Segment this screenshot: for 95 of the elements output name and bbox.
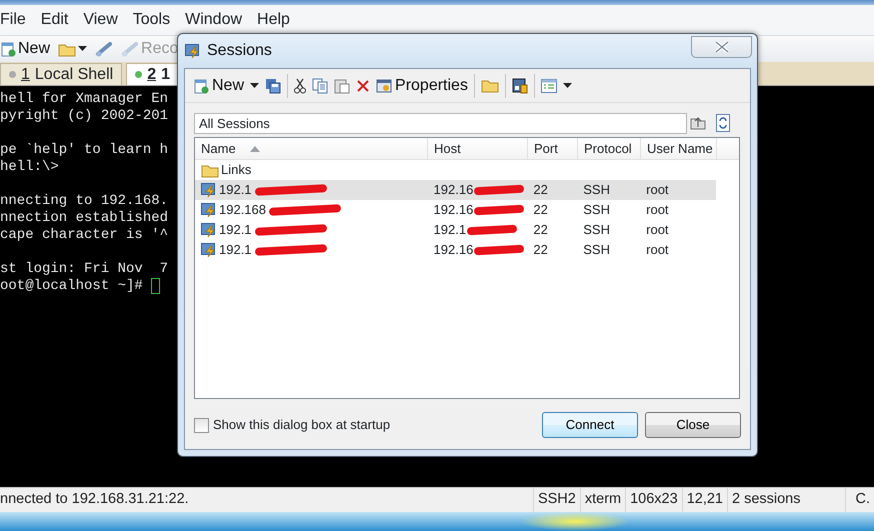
- protocol-cell-text: SSH: [583, 241, 610, 260]
- protocol-cell-text: SSH: [583, 221, 610, 240]
- properties-icon: [376, 78, 392, 94]
- column-header[interactable]: Protocol: [578, 138, 641, 159]
- user-name-cell-text: root: [646, 241, 669, 260]
- host-cell-text: 192.16: [434, 201, 474, 220]
- menu-item[interactable]: Edit: [40, 8, 76, 32]
- properties-button[interactable]: Properties: [376, 74, 468, 98]
- new-session-icon: [193, 78, 209, 94]
- folder-name: Links: [221, 161, 252, 180]
- session-icon: [201, 242, 217, 258]
- view-button[interactable]: [540, 78, 557, 92]
- address-field[interactable]: All Sessions: [194, 113, 687, 134]
- terminal-line: oot@localhost ~]#: [0, 278, 144, 295]
- dialog-button[interactable]: Close: [645, 412, 741, 438]
- user-name-cell-text: root: [646, 181, 669, 200]
- folder-icon: [480, 78, 499, 93]
- session-name: 192.1: [219, 241, 252, 260]
- dialog-title: Sessions: [207, 41, 272, 61]
- list-view-icon: [540, 78, 557, 92]
- session-name: 192.168: [219, 201, 266, 220]
- menu-item[interactable]: Tools: [132, 8, 178, 32]
- save-button[interactable]: [265, 78, 282, 94]
- protocol-cell-text: SSH: [583, 201, 610, 220]
- dialog-button[interactable]: Connect: [542, 412, 638, 438]
- connect-button[interactable]: [95, 41, 114, 57]
- terminal-line: nnection established: [0, 210, 168, 227]
- refresh-icon[interactable]: [716, 114, 730, 132]
- new-session-icon: [0, 41, 16, 57]
- new-button[interactable]: New: [0, 37, 50, 61]
- status-message: nnected to 192.168.31.21:22.: [0, 490, 190, 510]
- port-cell-text: 22: [533, 181, 548, 200]
- caret-icon: [250, 82, 260, 88]
- close-icon: [714, 41, 730, 53]
- terminal-line: st login: Fri Nov 7: [0, 261, 168, 278]
- folder-button[interactable]: [480, 78, 499, 93]
- save-icon: [265, 78, 282, 94]
- folder-icon: [58, 42, 76, 56]
- terminal-line: pyright (c) 2002-201: [0, 108, 168, 125]
- user-name-cell-text: root: [646, 201, 669, 220]
- column-header[interactable]: Port: [528, 138, 578, 159]
- terminal-line: nnecting to 192.168.: [0, 193, 168, 210]
- sort-arrow-icon: [250, 146, 260, 152]
- session-name: 192.1: [219, 181, 252, 200]
- copy-button[interactable]: [312, 78, 328, 94]
- delete-button[interactable]: [356, 78, 370, 92]
- caret-icon: [562, 82, 572, 88]
- session-name: 192.1: [219, 221, 252, 240]
- caret-button[interactable]: [250, 82, 260, 88]
- column-header[interactable]: User Name: [641, 138, 717, 159]
- folder-icon: [201, 162, 219, 178]
- user-name-cell-text: root: [646, 221, 669, 240]
- column-header[interactable]: Name: [195, 138, 428, 159]
- session-icon: [201, 182, 217, 198]
- port-cell-text: 22: [533, 221, 548, 240]
- startup-checkbox[interactable]: [194, 418, 209, 432]
- host-cell-text: 192.16: [434, 241, 474, 260]
- session-row[interactable]: 192.1 192.16 22 SSH root: [195, 240, 716, 260]
- paste-button[interactable]: [334, 78, 350, 94]
- paste-icon: [334, 78, 350, 94]
- session-row[interactable]: 192.1 192.16 22 SSH root: [195, 180, 716, 200]
- session-tab[interactable]: 2 1: [126, 63, 179, 85]
- column-header[interactable]: Host: [428, 138, 528, 159]
- scissors-icon: [294, 78, 306, 94]
- caret-icon: [78, 46, 88, 52]
- protocol-cell-text: SSH: [583, 181, 610, 200]
- terminal-line: cape character is '^: [0, 227, 168, 244]
- delete-icon: [356, 78, 370, 92]
- menu-item[interactable]: Help: [257, 8, 297, 32]
- new-button[interactable]: New: [193, 74, 244, 98]
- session-icon: [185, 43, 201, 59]
- menu-item[interactable]: File: [0, 8, 33, 32]
- port-cell-text: 22: [533, 201, 548, 220]
- menu-item[interactable]: Window: [185, 8, 250, 32]
- cursor: [151, 278, 160, 294]
- terminal-line: hell:\>: [0, 159, 59, 176]
- session-row[interactable]: 192.1 192.1 22 SSH root: [195, 220, 716, 240]
- session-icon: [201, 222, 217, 238]
- session-row[interactable]: Links: [195, 160, 716, 180]
- copy-icon: [312, 78, 328, 94]
- open-button[interactable]: [58, 42, 88, 56]
- connect-icon: [95, 41, 114, 57]
- close-button[interactable]: [691, 36, 752, 58]
- session-row[interactable]: 192.168 192.16 22 SSH root: [195, 200, 716, 220]
- terminal-line: hell for Xmanager En: [0, 91, 168, 108]
- cut-button[interactable]: [294, 78, 306, 94]
- host-cell-text: 192.16: [434, 181, 474, 200]
- menu-item[interactable]: View: [83, 8, 125, 32]
- caret-button[interactable]: [562, 82, 572, 88]
- host-cell-text: 192.1: [434, 221, 466, 240]
- port-cell-text: 22: [533, 241, 548, 260]
- checkbox-label: Show this dialog box at startup: [213, 416, 392, 434]
- session-tab[interactable]: 1 Local Shell: [0, 63, 122, 85]
- session-icon: [201, 202, 217, 218]
- terminal-line: pe `help' to learn h: [0, 142, 168, 159]
